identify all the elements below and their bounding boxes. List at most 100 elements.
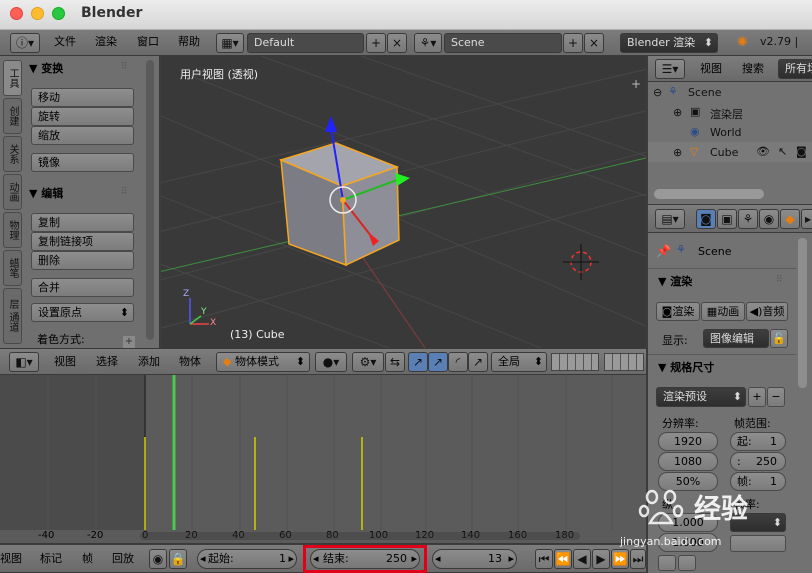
modifier-tab-icon[interactable]: ▸ (801, 209, 812, 229)
drag-handle-icon[interactable]: ⠿ (121, 62, 128, 72)
play-icon[interactable]: ▶ (592, 549, 610, 569)
drag-handle-icon[interactable]: ⠿ (121, 187, 128, 197)
scene-selector-icon[interactable]: ⚘▾ (414, 33, 442, 53)
render-layers-tab-icon[interactable]: ▣ (717, 209, 737, 229)
collapse-icon[interactable]: ⊖ (653, 86, 662, 99)
tab-grease-pencil[interactable]: 蜡笔 (3, 250, 22, 286)
end-frame-field[interactable]: ◂ 结束: 250 ▸ (310, 549, 420, 569)
viewport-canvas[interactable] (161, 56, 646, 348)
expand-icon[interactable]: ⊕ (673, 106, 682, 119)
close-window-button[interactable] (10, 7, 23, 20)
menu-playback[interactable]: 回放 (112, 545, 134, 573)
tab-relations[interactable]: 关系 (3, 136, 22, 172)
editor-type-icon[interactable]: ▤▾ (655, 209, 685, 229)
frame-start-field[interactable]: 起: 1 (730, 432, 786, 451)
outliner-item-scene[interactable]: Scene (688, 86, 722, 99)
scale-manipulator-icon[interactable]: ↗ (468, 352, 488, 372)
world-tab-icon[interactable]: ◉ (759, 209, 779, 229)
start-frame-field[interactable]: ◂ 起始: 1 ▸ (197, 549, 297, 569)
menu-select[interactable]: 选择 (96, 349, 118, 375)
menu-frame[interactable]: 帧 (82, 545, 93, 573)
lock-interface-icon[interactable]: 🔓 (770, 329, 788, 348)
jump-end-icon[interactable]: ⏭ (630, 549, 646, 569)
menu-search[interactable]: 搜索 (742, 56, 764, 82)
menu-file[interactable]: 文件 (54, 30, 76, 54)
border-checkbox[interactable] (658, 555, 676, 571)
outliner-item-render-layers[interactable]: 渲染层 (710, 106, 743, 122)
crop-checkbox[interactable] (678, 555, 696, 571)
play-reverse-icon[interactable]: ◀ (573, 549, 591, 569)
expand-icon[interactable]: + (123, 336, 135, 348)
resolution-x-field[interactable]: 1920 (658, 432, 718, 451)
editor-type-icon[interactable]: ◧▾ (9, 352, 39, 372)
manipulator-toggle-icon[interactable]: ⇆ (385, 352, 405, 372)
record-icon[interactable]: ◉ (149, 549, 167, 569)
render-camera-icon[interactable]: ◙ (796, 145, 807, 158)
outliner-item-cube[interactable]: Cube (710, 146, 738, 159)
render-preset-dropdown[interactable]: 渲染预设 ⬍ (656, 387, 746, 407)
resolution-y-field[interactable]: 1080 (658, 452, 718, 471)
pivot-point-icon[interactable]: ⚙▾ (352, 352, 384, 372)
scene-tab-icon[interactable]: ⚘ (738, 209, 758, 229)
mirror-button[interactable]: 镜像 (31, 153, 134, 172)
rotate-button[interactable]: 旋转 (31, 107, 134, 126)
properties-scrollbar[interactable] (798, 238, 807, 388)
minimize-window-button[interactable] (31, 7, 44, 20)
menu-view[interactable]: 视图 (54, 349, 76, 375)
add-preset-icon[interactable]: + (748, 387, 766, 407)
duplicate-button[interactable]: 复制 (31, 213, 134, 232)
outliner-scrollbar[interactable] (654, 189, 764, 199)
3d-viewport[interactable]: 用户视图 (透视) Z X Y (13) Cube + (161, 56, 646, 348)
delete-button[interactable]: 删除 (31, 251, 134, 270)
tool-shelf-scrollbar[interactable] (146, 60, 154, 340)
move-manipulator-icon[interactable]: ↗ (428, 352, 448, 372)
menu-render[interactable]: 渲染 (95, 30, 117, 54)
menu-help[interactable]: 帮助 (178, 30, 200, 54)
render-image-button[interactable]: ◙渲染 (656, 302, 700, 321)
render-panel-title[interactable]: ▼ 渲染 (658, 273, 692, 289)
edit-panel-title[interactable]: ▼ 编辑 (29, 185, 63, 201)
visibility-eye-icon[interactable]: 👁 (756, 145, 770, 158)
remove-scene-icon[interactable]: × (584, 33, 604, 53)
timeline-area[interactable] (0, 375, 646, 530)
lock-icon[interactable]: 🔒 (169, 549, 187, 569)
mode-dropdown[interactable]: ◆ 物体模式 ⬍ (216, 352, 310, 372)
move-button[interactable]: 移动 (31, 88, 134, 107)
prev-keyframe-icon[interactable]: ⏪ (554, 549, 572, 569)
add-layout-icon[interactable]: + (366, 33, 386, 53)
menu-view[interactable]: 视图 (0, 545, 22, 573)
outliner-item-world[interactable]: World (710, 126, 742, 139)
transform-panel-title[interactable]: ▼ 变换 (29, 60, 63, 76)
set-origin-dropdown[interactable]: 设置原点 ⬍ (31, 303, 134, 322)
join-button[interactable]: 合并 (31, 278, 134, 297)
add-scene-icon[interactable]: + (563, 33, 583, 53)
tab-tools[interactable]: 工具 (3, 60, 22, 96)
render-animation-button[interactable]: ▦动画 (701, 302, 745, 321)
display-dropdown[interactable]: 图像编辑 (703, 329, 769, 348)
orientation-dropdown[interactable]: 全局 ⬍ (491, 352, 547, 372)
tab-physics[interactable]: 物理 (3, 212, 22, 248)
layer-buttons-2[interactable] (604, 353, 644, 371)
pin-icon[interactable]: 📌 (656, 244, 671, 258)
shading-mode-icon[interactable]: ●▾ (315, 352, 347, 372)
scene-field[interactable]: Scene (444, 33, 562, 53)
dimensions-panel-title[interactable]: ▼ 规格尺寸 (658, 359, 714, 375)
tab-create[interactable]: 创建 (3, 98, 22, 134)
selectable-cursor-icon[interactable]: ↖ (778, 145, 787, 158)
render-engine-dropdown[interactable]: Blender 渲染 ⬍ (620, 33, 718, 53)
object-tab-icon[interactable]: ◆ (780, 209, 800, 229)
tab-animation[interactable]: 动画 (3, 174, 22, 210)
editor-type-icon[interactable]: ☰▾ (655, 59, 685, 79)
tab-layers[interactable]: 层 通道 (3, 288, 22, 344)
remove-layout-icon[interactable]: × (387, 33, 407, 53)
layer-buttons[interactable] (551, 353, 599, 371)
render-tab-icon[interactable]: ◙ (696, 209, 716, 229)
expand-icon[interactable]: ⊕ (673, 146, 682, 159)
menu-view[interactable]: 视图 (700, 56, 722, 82)
timeline-scrollbar[interactable] (140, 532, 580, 540)
screen-layout-icon[interactable]: ▦▾ (216, 33, 244, 53)
rotate-manipulator-icon[interactable]: ◜ (448, 352, 468, 372)
menu-object[interactable]: 物体 (179, 349, 201, 375)
properties-toggle-icon[interactable]: + (630, 78, 642, 90)
layout-field[interactable]: Default (247, 33, 364, 53)
